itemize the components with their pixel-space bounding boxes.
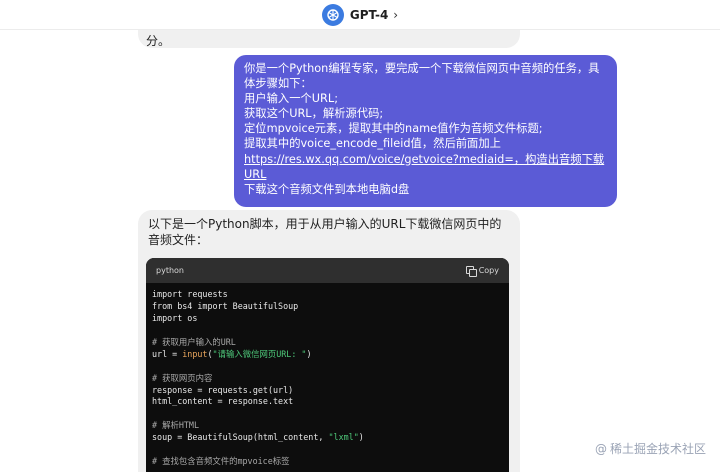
model-selector[interactable]: GPT-4 (350, 8, 388, 22)
code-block: python Copy import requests from bs4 imp… (146, 258, 509, 472)
chat-header: GPT-4 › (0, 0, 720, 30)
watermark: @ 稀土掘金技术社区 (595, 440, 706, 457)
assistant-intro-text: 以下是一个Python脚本，用于从用户输入的URL下载微信网页中的音频文件： (148, 217, 502, 247)
code-line: html_content = response.text (152, 396, 294, 407)
code-language-label: python (156, 266, 184, 275)
copy-icon (465, 266, 477, 277)
user-message-line: 用户输入一个URL; (244, 92, 338, 106)
openai-logo-icon (321, 3, 344, 26)
watermark-text: 稀土掘金技术社区 (609, 442, 706, 456)
code-token: soup = BeautifulSoup(html_content, (152, 432, 329, 443)
copy-label: Copy (478, 266, 499, 275)
user-message-line: 下载这个音频文件到本地电脑d盘 (244, 182, 410, 196)
code-token: ) (358, 432, 364, 443)
at-icon: @ (594, 441, 607, 456)
code-token: ) (306, 348, 312, 359)
code-comment: # 获取网页内容 (152, 372, 213, 383)
code-line: soup = BeautifulSoup(html_content, "lxml… (152, 432, 503, 444)
code-line: from bs4 import BeautifulSoup (152, 300, 299, 311)
code-line: response = requests.get(url) (152, 384, 294, 395)
chevron-right-icon[interactable]: › (393, 8, 398, 22)
code-comment: # 获取用户输入的URL (152, 336, 236, 347)
user-message-line: 提取其中的voice_encode_fileid值，然后前面加上 (244, 137, 501, 151)
code-token: url = (152, 348, 183, 359)
user-message-line: 获取这个URL，解析源代码; (244, 107, 384, 121)
code-string-token: "请输入微信网页URL: " (212, 348, 307, 359)
code-line: url = input("请输入微信网页URL: ") (152, 349, 503, 361)
user-message-line: 你是一个Python编程专家，要完成一个下载微信网页中音频的任务，具体步骤如下： (244, 62, 600, 91)
code-string-token: "lxml" (328, 432, 359, 443)
previous-message-text: 分。 (146, 34, 171, 48)
code-line: import requests (152, 289, 228, 299)
code-line: import os (152, 312, 198, 323)
copy-code-button[interactable]: Copy (465, 266, 499, 277)
mediaid-link[interactable]: https://res.wx.qq.com/voice/getvoice?med… (244, 152, 607, 182)
code-comment: # 查找包含音频文件的mpvoice标签 (152, 456, 290, 467)
user-message-line: 定位mpvoice元素，提取其中的name值作为音频文件标题; (244, 122, 543, 136)
user-message-bubble: 你是一个Python编程专家，要完成一个下载微信网页中音频的任务，具体步骤如下：… (234, 55, 617, 207)
code-block-header: python Copy (146, 258, 509, 283)
code-builtin-token: input (182, 348, 208, 359)
code-content: import requests from bs4 import Beautifu… (146, 283, 509, 472)
code-comment: # 解析HTML (152, 420, 200, 431)
